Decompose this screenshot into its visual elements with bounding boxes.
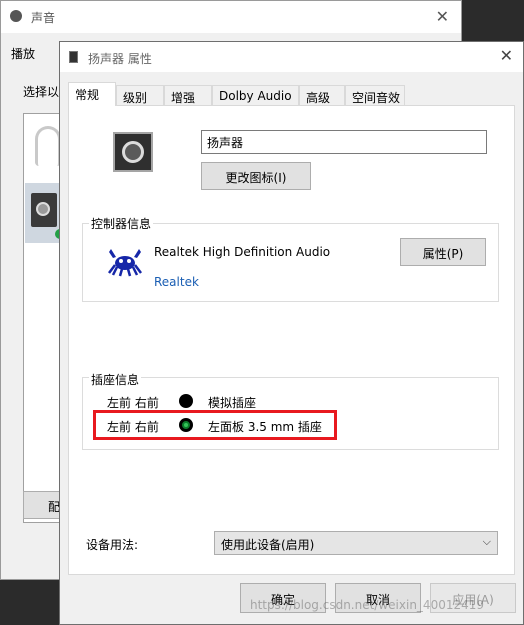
controller-info-label: 控制器信息 (89, 215, 154, 232)
device-name-input[interactable] (201, 130, 487, 154)
jack-description: 模拟插座 (208, 396, 257, 410)
speaker-properties-dialog: 扬声器 属性 ✕ 常规 级别 增强 Dolby Audio 高级 空间音效 更改… (59, 41, 524, 625)
chevron-down-icon: ⌵ (482, 535, 491, 548)
tab-playback[interactable]: 播放 (11, 45, 35, 62)
dialog-title: 扬声器 属性 (88, 52, 152, 66)
properties-button[interactable]: 属性(P) (400, 238, 486, 266)
headphones-icon[interactable] (35, 126, 61, 166)
speaker-app-icon (10, 10, 22, 22)
device-item-speakers[interactable] (25, 183, 65, 243)
tab-spatial-sound[interactable]: 空间音效 (345, 85, 405, 105)
tab-levels[interactable]: 级别 (116, 85, 164, 105)
close-icon[interactable]: ✕ (500, 46, 513, 65)
configure-button[interactable]: 配 (23, 491, 63, 519)
controller-name: Realtek High Definition Audio (154, 245, 331, 259)
speaker-icon (113, 132, 153, 172)
tab-dolby-audio[interactable]: Dolby Audio (212, 85, 299, 105)
device-usage-select[interactable]: 使用此设备(启用) ⌵ (214, 531, 498, 555)
select-device-label: 选择以 (23, 85, 60, 99)
tab-general[interactable]: 常规 (68, 82, 116, 106)
speaker-icon (31, 193, 57, 227)
highlight-annotation (93, 410, 337, 440)
tab-enhancements[interactable]: 增强 (164, 85, 212, 105)
sound-window-titlebar: 声音 ✕ (1, 1, 461, 33)
jack-info-label: 插座信息 (89, 371, 142, 388)
sound-window-title: 声音 (31, 11, 56, 25)
speaker-small-icon (69, 51, 78, 63)
realtek-crab-icon (107, 245, 143, 277)
watermark: https://blog.csdn.net/weixin_40012419 (250, 598, 485, 612)
jack-channels: 左前 右前 (107, 396, 159, 410)
vendor-link[interactable]: Realtek (154, 275, 199, 289)
close-icon[interactable]: ✕ (436, 7, 449, 26)
device-usage-label: 设备用法: (86, 538, 139, 552)
dialog-titlebar: 扬声器 属性 ✕ (60, 42, 523, 72)
jack-color-black-icon (179, 394, 193, 408)
device-usage-value: 使用此设备(启用) (221, 538, 315, 552)
change-icon-button[interactable]: 更改图标(I) (201, 162, 311, 190)
tab-advanced[interactable]: 高级 (299, 85, 345, 105)
